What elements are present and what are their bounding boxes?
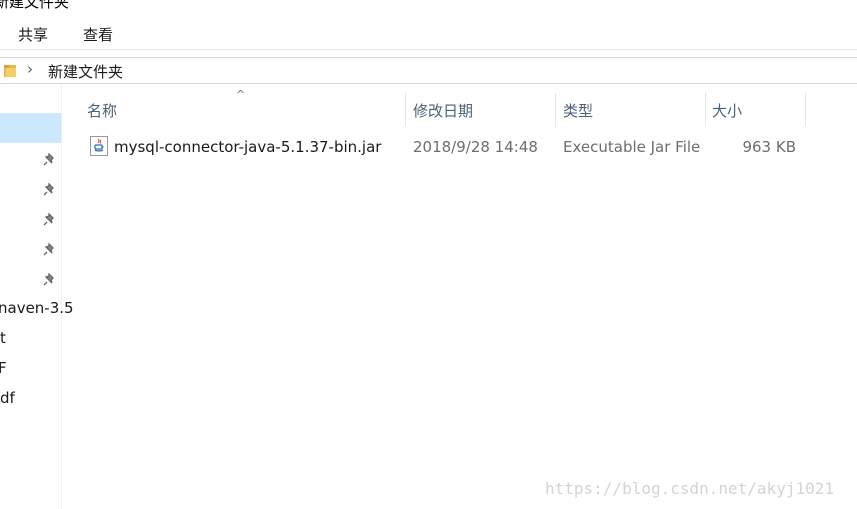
ribbon-divider xyxy=(0,49,857,50)
column-header-size-label: 大小 xyxy=(712,102,743,120)
breadcrumb-current[interactable]: 新建文件夹 xyxy=(48,61,123,82)
pin-icon[interactable] xyxy=(42,153,56,167)
file-name[interactable]: mysql-connector-java-5.1.37-bin.jar xyxy=(114,138,381,156)
file-modified: 2018/9/28 14:48 xyxy=(413,138,538,156)
watermark: https://blog.csdn.net/akyj1021 xyxy=(545,479,834,498)
column-header-size[interactable]: 大小 xyxy=(706,93,805,126)
file-type: Executable Jar File xyxy=(563,138,701,156)
nav-item-label[interactable]: df xyxy=(0,389,15,407)
nav-item-label[interactable]: F xyxy=(0,359,7,377)
chevron-right-icon[interactable]: › xyxy=(27,60,33,78)
navigation-pane: naven-3.5 t F df xyxy=(0,85,74,509)
nav-item-label[interactable]: naven-3.5 xyxy=(0,299,74,317)
tab-view[interactable]: 查看 xyxy=(79,24,117,45)
java-jar-icon xyxy=(90,136,108,156)
folder-icon xyxy=(4,65,16,77)
column-divider[interactable] xyxy=(805,93,806,126)
nav-item-selected[interactable] xyxy=(0,113,61,143)
file-row[interactable]: mysql-connector-java-5.1.37-bin.jar 2018… xyxy=(84,133,806,163)
pin-icon[interactable] xyxy=(42,183,56,197)
column-header-type[interactable]: 类型 xyxy=(556,93,705,126)
column-header-modified-label: 修改日期 xyxy=(413,102,474,120)
pin-icon[interactable] xyxy=(42,213,56,227)
pin-icon[interactable] xyxy=(42,243,56,257)
column-header-name-label: 名称 xyxy=(87,102,118,120)
pin-icon[interactable] xyxy=(42,273,56,287)
nav-item-label[interactable]: t xyxy=(0,329,6,347)
tab-share[interactable]: 共享 xyxy=(14,24,52,45)
address-bar[interactable]: › 新建文件夹 xyxy=(0,57,857,84)
column-header-modified[interactable]: 修改日期 xyxy=(406,93,555,126)
file-size: 963 KB xyxy=(742,138,796,156)
column-header-type-label: 类型 xyxy=(563,102,594,120)
window-title: 新建文件夹 xyxy=(0,0,70,11)
ribbon: 共享 查看 xyxy=(0,20,857,48)
column-header-name[interactable]: 名称 xyxy=(84,93,405,126)
